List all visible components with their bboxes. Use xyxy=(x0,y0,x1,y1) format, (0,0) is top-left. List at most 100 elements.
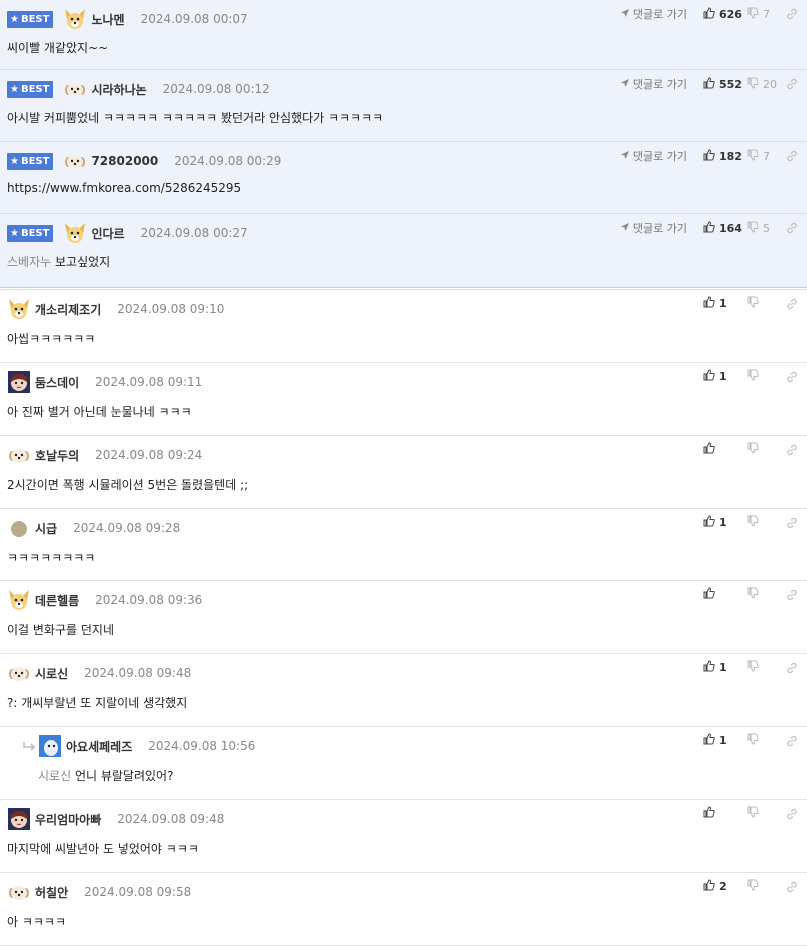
comment-date: 2024.09.08 10:56 xyxy=(148,739,256,753)
comment-date: 2024.09.08 00:29 xyxy=(174,154,282,168)
link-icon[interactable] xyxy=(785,8,799,20)
comment-header: 시급 2024.09.08 09:28 xyxy=(7,518,180,538)
link-icon[interactable] xyxy=(785,444,799,456)
thumbs-up-icon xyxy=(703,6,715,22)
downvote-button[interactable] xyxy=(747,442,781,457)
downvote-button[interactable]: 7 xyxy=(747,7,781,22)
comment-body: ㅋㅋㅋㅋㅋㅋㅋㅋ xyxy=(7,551,96,565)
downvote-button[interactable] xyxy=(747,806,781,821)
nickname[interactable]: 인다르 xyxy=(91,225,124,242)
reply-to-nickname[interactable]: 시로신 xyxy=(38,769,71,783)
thumbs-up-icon xyxy=(703,148,715,164)
downvote-button[interactable] xyxy=(747,369,781,384)
comment-header: ★ BEST 노나멘 2024.09.08 00:07 xyxy=(7,9,248,29)
upvote-count: 1 xyxy=(719,370,727,383)
link-icon[interactable] xyxy=(785,298,799,310)
comment-header: 호날두의 2024.09.08 09:24 xyxy=(7,445,202,465)
link-icon[interactable] xyxy=(785,881,799,893)
thumbs-down-icon xyxy=(747,7,759,22)
nickname[interactable]: 둠스데이 xyxy=(35,374,79,391)
comment-actions: 2 xyxy=(703,879,799,894)
upvote-button[interactable]: 164 xyxy=(703,220,743,236)
downvote-button[interactable] xyxy=(747,879,781,894)
thumbs-up-icon xyxy=(703,515,715,530)
downvote-button[interactable] xyxy=(747,515,781,530)
blue-avatar[interactable] xyxy=(38,734,62,758)
upvote-button[interactable]: 1 xyxy=(703,296,743,311)
comment-date: 2024.09.08 00:27 xyxy=(140,226,248,240)
puppy-white-avatar[interactable] xyxy=(7,661,31,685)
nickname[interactable]: 시로신 xyxy=(35,665,68,682)
downvote-button[interactable]: 7 xyxy=(747,149,781,164)
comment-text: 아씹ㅋㅋㅋㅋㅋㅋ xyxy=(7,330,95,347)
downvote-button[interactable] xyxy=(747,733,781,748)
star-icon: ★ xyxy=(10,155,19,167)
upvote-button[interactable]: 2 xyxy=(703,879,743,894)
nickname[interactable]: 시라하나논 xyxy=(91,81,146,98)
upvote-button[interactable] xyxy=(703,442,743,457)
downvote-button[interactable] xyxy=(747,587,781,602)
thumbs-up-icon xyxy=(703,220,715,236)
comment-header: 둠스데이 2024.09.08 09:11 xyxy=(7,370,202,394)
upvote-button[interactable]: 552 xyxy=(703,76,743,92)
nickname[interactable]: 시급 xyxy=(35,520,57,537)
goto-comment-link[interactable]: 댓글로 가기 xyxy=(620,76,687,92)
comment-date: 2024.09.08 00:12 xyxy=(162,82,270,96)
reply-to-nickname[interactable]: 스베자누 xyxy=(7,255,51,269)
puppy-white-avatar[interactable] xyxy=(63,77,87,101)
upvote-button[interactable]: 182 xyxy=(703,148,743,164)
nickname[interactable]: 데른헬름 xyxy=(35,592,79,609)
downvote-button[interactable] xyxy=(747,660,781,675)
downvote-button[interactable]: 5 xyxy=(747,221,781,236)
puppy-white-avatar[interactable] xyxy=(7,880,31,904)
upvote-button[interactable]: 1 xyxy=(703,369,743,384)
link-icon[interactable] xyxy=(785,371,799,383)
comment-text: 시로신 언니 뷰랄달려있어? xyxy=(38,767,173,784)
link-icon[interactable] xyxy=(785,662,799,674)
comment-body: 언니 뷰랄달려있어? xyxy=(74,769,174,783)
dog-yellow-avatar[interactable] xyxy=(7,297,31,321)
puppy-white-avatar[interactable] xyxy=(7,443,31,467)
nickname[interactable]: 노나멘 xyxy=(91,11,124,28)
upvote-count: 182 xyxy=(719,149,742,163)
link-icon[interactable] xyxy=(785,735,799,747)
comment-header: 허칠안 2024.09.08 09:58 xyxy=(7,882,191,902)
dog-yellow-avatar[interactable] xyxy=(63,7,87,31)
upvote-button[interactable]: 1 xyxy=(703,733,743,748)
dog-yellow-avatar[interactable] xyxy=(7,588,31,612)
nickname[interactable]: 아요세페레즈 xyxy=(66,738,132,755)
circle-avatar[interactable] xyxy=(7,516,31,540)
nickname[interactable]: 72802000 xyxy=(91,154,158,168)
goto-comment-link[interactable]: 댓글로 가기 xyxy=(620,148,687,164)
downvote-button[interactable]: 20 xyxy=(747,77,781,92)
face-avatar[interactable] xyxy=(7,370,31,394)
upvote-button[interactable]: 626 xyxy=(703,6,743,22)
nickname[interactable]: 우리엄마아빠 xyxy=(35,811,101,828)
upvote-button[interactable]: 1 xyxy=(703,660,743,675)
goto-comment-link[interactable]: 댓글로 가기 xyxy=(620,6,687,22)
face-avatar[interactable] xyxy=(7,807,31,831)
downvote-button[interactable] xyxy=(747,296,781,311)
link-icon[interactable] xyxy=(785,589,799,601)
nickname[interactable]: 개소리제조기 xyxy=(35,301,101,318)
nickname[interactable]: 허칠안 xyxy=(35,884,68,901)
upvote-button[interactable] xyxy=(703,806,743,821)
thumbs-down-icon xyxy=(747,879,759,894)
best-label: BEST xyxy=(20,155,50,167)
comment-actions: 1 xyxy=(703,660,799,675)
puppy-white-avatar[interactable] xyxy=(63,149,87,173)
upvote-button[interactable] xyxy=(703,587,743,602)
dog-yellow-avatar[interactable] xyxy=(63,221,87,245)
nickname[interactable]: 호날두의 xyxy=(35,447,79,464)
link-icon[interactable] xyxy=(785,78,799,90)
downvote-count: 20 xyxy=(763,77,777,91)
link-icon[interactable] xyxy=(785,808,799,820)
link-icon[interactable] xyxy=(785,222,799,234)
goto-comment-link[interactable]: 댓글로 가기 xyxy=(620,220,687,236)
thumbs-down-icon xyxy=(747,221,759,236)
link-icon[interactable] xyxy=(785,150,799,162)
upvote-button[interactable]: 1 xyxy=(703,515,743,530)
comment-text: 스베자누 보고싶었지 xyxy=(7,253,110,270)
link-icon[interactable] xyxy=(785,517,799,529)
best-comment: ★ BEST 인다르 2024.09.08 00:27 스베자누 보고싶었지 댓글로 가기… xyxy=(0,214,807,288)
